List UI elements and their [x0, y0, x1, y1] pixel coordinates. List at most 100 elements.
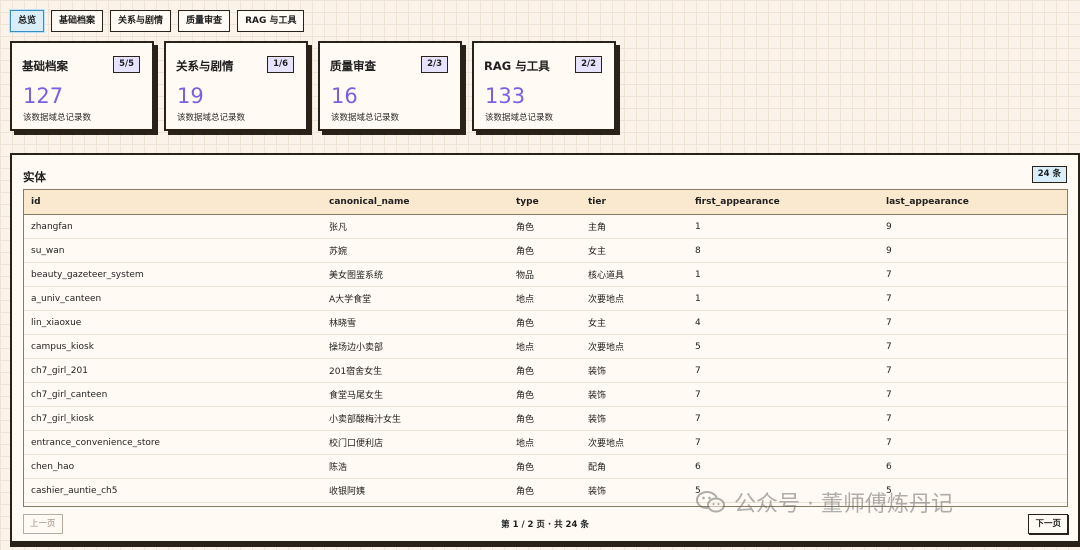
cell-first-appearance: 7 [688, 358, 879, 383]
column-header-canonical-name[interactable]: canonical_name [322, 190, 509, 215]
card-description: 该数据域总记录数 [331, 113, 400, 123]
table-row[interactable]: campus_kiosk 操场边小卖部 地点 次要地点 5 7 [24, 334, 1067, 359]
cell-type: 角色 [509, 478, 581, 503]
cell-id: lin_xiaoxue [24, 310, 322, 335]
cell-id: ch7_girl_201 [24, 358, 322, 383]
cell-tier: 装饰 [581, 358, 688, 383]
entity-panel: 实体 24 条 id canonical_name type tier firs… [10, 153, 1080, 543]
cell-canonical-name: 张凡 [322, 214, 509, 239]
cell-type: 地点 [509, 334, 581, 359]
tab-relations-plot[interactable]: 关系与剧情 [110, 10, 172, 32]
cell-first-appearance: 6 [688, 454, 879, 479]
cell-tier: 女主 [581, 310, 688, 335]
cell-last-appearance: 7 [879, 334, 1067, 359]
cell-first-appearance: 1 [688, 214, 879, 239]
cell-first-appearance: 7 [688, 382, 879, 407]
card-title: 关系与剧情 [176, 59, 234, 73]
cell-first-appearance: 5 [688, 334, 879, 359]
cell-first-appearance: 1 [688, 262, 879, 287]
cell-last-appearance: 7 [879, 286, 1067, 311]
table-row[interactable]: lin_xiaoxue 林晓雪 角色 女主 4 7 [24, 310, 1067, 335]
summary-card-basic-profile[interactable]: 基础档案 5/5 127 该数据域总记录数 [10, 41, 154, 131]
table-row[interactable]: beauty_gazeteer_system 美女图鉴系统 物品 核心道具 1 7 [24, 262, 1067, 287]
cell-last-appearance: 9 [879, 238, 1067, 263]
cell-tier: 次要地点 [581, 286, 688, 311]
tab-overview[interactable]: 总览 [10, 10, 45, 32]
card-progress-badge: 2/2 [575, 56, 602, 73]
cell-tier: 装饰 [581, 406, 688, 431]
column-header-type[interactable]: type [509, 190, 581, 215]
table-row[interactable]: ch7_girl_canteen 食堂马尾女生 角色 装饰 7 7 [24, 382, 1067, 407]
cell-type: 地点 [509, 286, 581, 311]
table-row[interactable]: ch7_girl_201 201宿舍女生 角色 装饰 7 7 [24, 358, 1067, 383]
cell-tier: 主角 [581, 214, 688, 239]
cell-canonical-name: 美女图鉴系统 [322, 262, 509, 287]
cell-canonical-name: 201宿舍女生 [322, 358, 509, 383]
card-progress-badge: 5/5 [113, 56, 140, 73]
summary-card-relations-plot[interactable]: 关系与剧情 1/6 19 该数据域总记录数 [164, 41, 308, 131]
panel-title: 实体 [23, 170, 46, 184]
cell-type: 角色 [509, 358, 581, 383]
summary-card-quality-review[interactable]: 质量审查 2/3 16 该数据域总记录数 [318, 41, 462, 131]
tab-quality-review[interactable]: 质量审查 [178, 10, 231, 32]
cell-canonical-name: 苏婉 [322, 238, 509, 263]
table-row[interactable]: zhangfan 张凡 角色 主角 1 9 [24, 214, 1067, 239]
cell-id: chen_hao [24, 454, 322, 479]
table-row[interactable]: su_wan 苏婉 角色 女主 8 9 [24, 238, 1067, 263]
card-record-count: 127 [23, 84, 64, 108]
table-row[interactable]: ch7_girl_kiosk 小卖部酸梅汁女生 角色 装饰 7 7 [24, 406, 1067, 431]
cell-last-appearance: 7 [879, 406, 1067, 431]
cell-first-appearance: 1 [688, 286, 879, 311]
cell-id: ch7_girl_canteen [24, 382, 322, 407]
card-progress-badge: 2/3 [421, 56, 448, 73]
table-row[interactable]: a_univ_canteen A大学食堂 地点 次要地点 1 7 [24, 286, 1067, 311]
card-title: 基础档案 [22, 59, 68, 73]
cell-last-appearance: 9 [879, 214, 1067, 239]
tab-rag-tools[interactable]: RAG 与工具 [237, 10, 305, 32]
table-row[interactable]: chen_hao 陈浩 角色 配角 6 6 [24, 454, 1067, 479]
cell-last-appearance: 5 [879, 478, 1067, 503]
card-progress-badge: 1/6 [267, 56, 294, 73]
column-header-last-appearance[interactable]: last_appearance [879, 190, 1067, 215]
table-row[interactable]: cashier_auntie_ch5 收银阿姨 角色 装饰 5 5 [24, 478, 1067, 503]
cell-type: 地点 [509, 430, 581, 455]
column-header-id[interactable]: id [24, 190, 322, 215]
summary-card-rag-tools[interactable]: RAG 与工具 2/2 133 该数据域总记录数 [472, 41, 616, 131]
cell-canonical-name: 收银阿姨 [322, 478, 509, 503]
next-page-button[interactable]: 下一页 [1028, 514, 1068, 534]
card-title: RAG 与工具 [484, 59, 550, 73]
entity-table-container[interactable]: id canonical_name type tier first_appear… [23, 189, 1068, 507]
domain-tab-bar: 总览 基础档案 关系与剧情 质量审查 RAG 与工具 [10, 10, 305, 32]
column-header-first-appearance[interactable]: first_appearance [688, 190, 879, 215]
card-description: 该数据域总记录数 [23, 113, 92, 123]
cell-id: a_univ_canteen [24, 286, 322, 311]
column-header-tier[interactable]: tier [581, 190, 688, 215]
table-body: zhangfan 张凡 角色 主角 1 9 su_wan 苏婉 角色 女主 8 9 beauty_gaz… [24, 214, 1067, 503]
card-record-count: 19 [177, 84, 204, 108]
cell-last-appearance: 6 [879, 454, 1067, 479]
cell-last-appearance: 7 [879, 382, 1067, 407]
cell-type: 角色 [509, 382, 581, 407]
cell-tier: 次要地点 [581, 430, 688, 455]
cell-id: zhangfan [24, 214, 322, 239]
cell-id: su_wan [24, 238, 322, 263]
cell-type: 角色 [509, 238, 581, 263]
card-description: 该数据域总记录数 [177, 113, 246, 123]
cell-first-appearance: 4 [688, 310, 879, 335]
cell-tier: 配角 [581, 454, 688, 479]
cell-first-appearance: 5 [688, 478, 879, 503]
card-record-count: 133 [485, 84, 526, 108]
cell-type: 角色 [509, 406, 581, 431]
entity-table: id canonical_name type tier first_appear… [24, 190, 1067, 503]
cell-last-appearance: 7 [879, 358, 1067, 383]
tab-basic-profile[interactable]: 基础档案 [51, 10, 104, 32]
row-count-badge: 24 条 [1031, 166, 1067, 183]
cell-tier: 装饰 [581, 382, 688, 407]
cell-id: beauty_gazeteer_system [24, 262, 322, 287]
cell-canonical-name: 校门口便利店 [322, 430, 509, 455]
card-title: 质量审查 [330, 59, 376, 73]
cell-canonical-name: 小卖部酸梅汁女生 [322, 406, 509, 431]
table-row[interactable]: entrance_convenience_store 校门口便利店 地点 次要地点 7 7 [24, 430, 1067, 455]
cell-tier: 装饰 [581, 478, 688, 503]
card-record-count: 16 [331, 84, 358, 108]
